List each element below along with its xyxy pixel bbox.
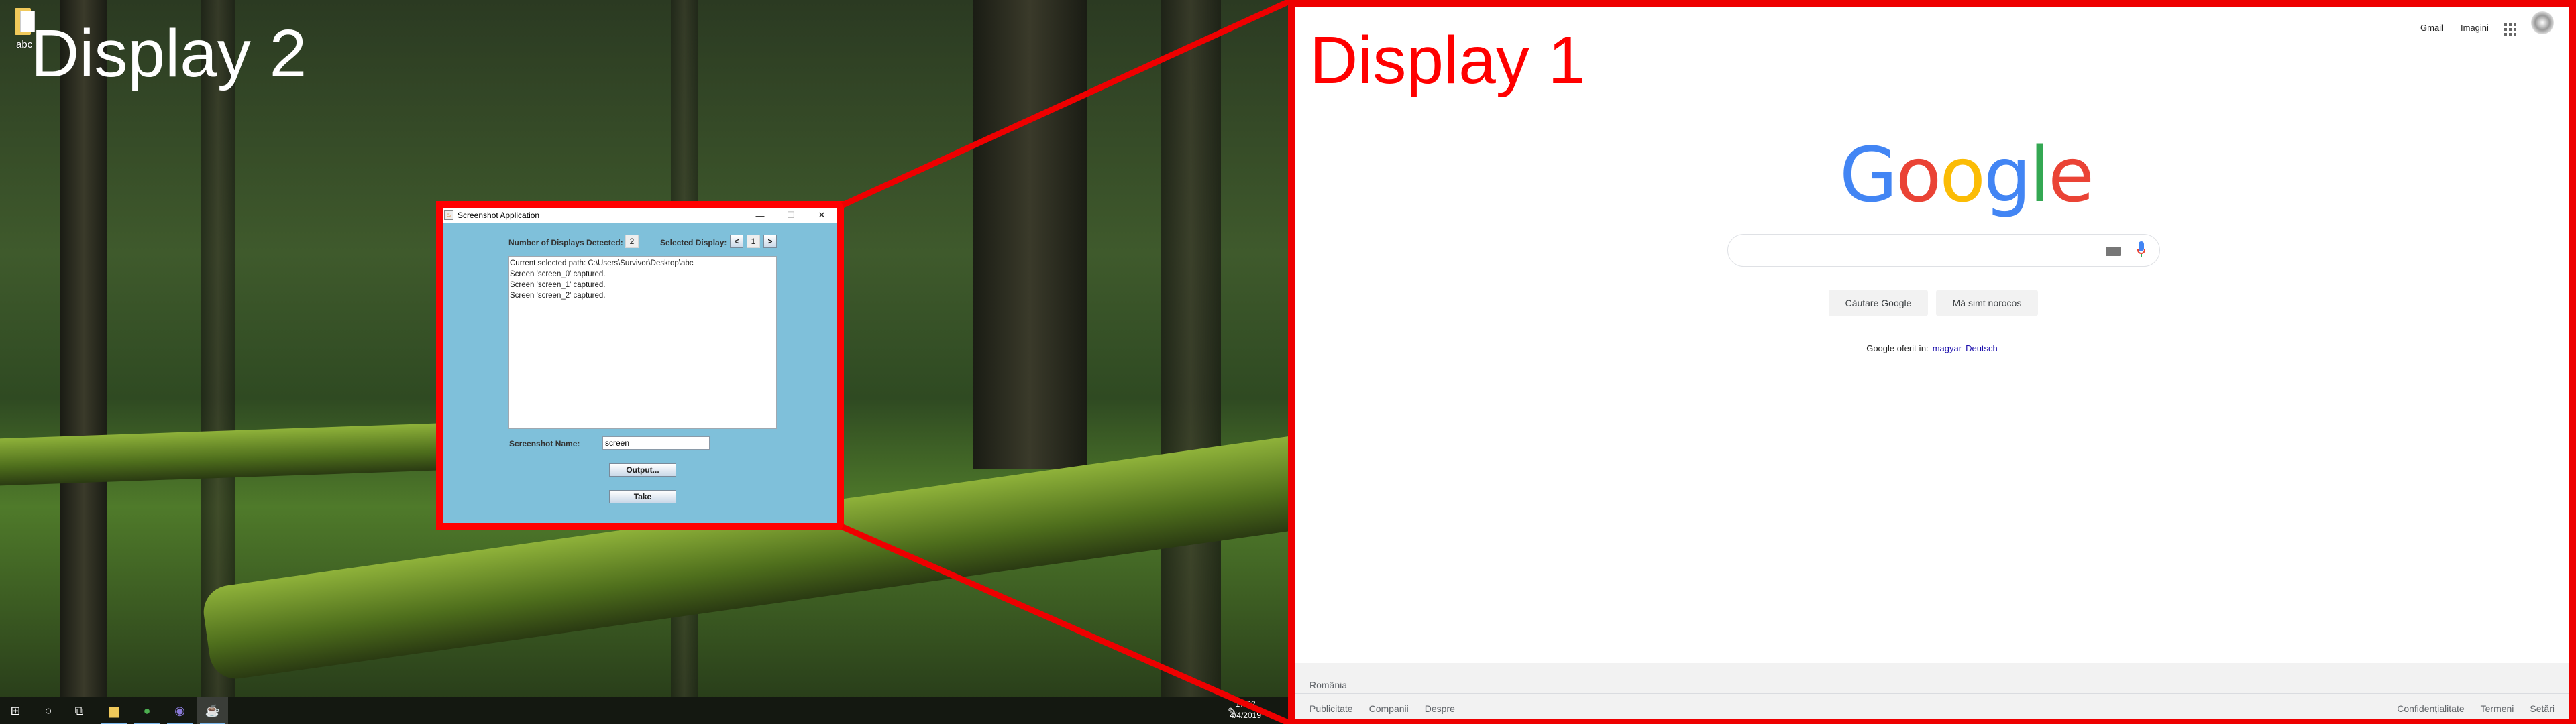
next-display-button[interactable]: > <box>763 235 777 248</box>
minimize-button[interactable]: — <box>745 210 775 221</box>
selected-display-label: Selected Display: <box>660 238 727 247</box>
display-2-label: Display 2 <box>31 16 307 91</box>
footer-link-privacy[interactable]: Confidențialitate <box>2397 703 2464 714</box>
lang-link-magyar[interactable]: magyar <box>1933 343 1962 353</box>
footer-link-settings[interactable]: Setări <box>2530 703 2555 714</box>
task-view-icon[interactable]: ⧉ <box>64 697 95 724</box>
time: 17:02 <box>1235 699 1256 709</box>
prev-display-button[interactable]: < <box>730 235 743 248</box>
country: România <box>1295 663 2569 694</box>
desktop-icon-label[interactable]: abc <box>16 39 32 50</box>
gmail-link[interactable]: Gmail <box>2420 23 2443 33</box>
lang-link-deutsch[interactable]: Deutsch <box>1966 343 1998 353</box>
title-bar[interactable]: ♨ Screenshot Application — ☐ ✕ <box>443 208 837 223</box>
footer-link-business[interactable]: Companii <box>1369 703 1409 714</box>
avatar[interactable] <box>2531 11 2554 34</box>
microphone-icon[interactable] <box>2137 241 2145 260</box>
windows-icon[interactable]: ⊞ <box>0 697 31 724</box>
display-1-label: Display 1 <box>1309 23 1586 98</box>
tree <box>973 0 1087 469</box>
keyboard-icon[interactable] <box>2106 247 2121 256</box>
log-line: Current selected path: C:\Users\Survivor… <box>510 259 694 267</box>
log-line: Screen 'screen_0' captured. <box>510 270 606 278</box>
feeling-lucky-button[interactable]: Mă simt norocos <box>1936 290 2038 316</box>
output-button[interactable]: Output... <box>609 463 676 477</box>
window-title: Screenshot Application <box>458 210 540 220</box>
apps-grid-icon[interactable] <box>2504 23 2516 36</box>
java-icon[interactable]: ☕ <box>197 697 228 724</box>
cortana-icon[interactable]: ○ <box>33 697 64 724</box>
maximize-button[interactable]: ☐ <box>775 210 806 221</box>
chrome-icon[interactable]: ● <box>131 697 162 724</box>
tree <box>1161 0 1221 697</box>
images-link[interactable]: Imagini <box>2461 23 2489 33</box>
footer-link-terms[interactable]: Termeni <box>2481 703 2514 714</box>
google-logo: Google <box>1839 132 2094 219</box>
footer-link-about[interactable]: Despre <box>1425 703 1455 714</box>
screenshot-name-input[interactable] <box>602 436 710 450</box>
footer: România Publicitate Companii Despre Conf… <box>1295 663 2569 719</box>
tree <box>60 0 107 697</box>
display-1-browser: Display 1 Gmail Imagini Google Căutare G… <box>1288 0 2576 724</box>
offered-in-text: Google oferit în: <box>1866 343 1929 353</box>
log-textarea[interactable]: Current selected path: C:\Users\Survivor… <box>508 256 777 429</box>
displays-detected-label: Number of Displays Detected: <box>508 238 623 247</box>
language-offer: Google oferit în: magyar Deutsch <box>1295 343 2569 353</box>
log-line: Screen 'screen_1' captured. <box>510 281 606 289</box>
displays-count: 2 <box>625 235 639 248</box>
footer-link-advertising[interactable]: Publicitate <box>1309 703 1353 714</box>
screenshot-name-label: Screenshot Name: <box>509 439 580 448</box>
search-input[interactable] <box>1727 234 2160 267</box>
close-button[interactable]: ✕ <box>806 210 837 221</box>
date: 4/4/2019 <box>1230 711 1261 720</box>
java-icon: ♨ <box>444 210 453 220</box>
take-button[interactable]: Take <box>609 490 676 503</box>
eclipse-icon[interactable]: ◉ <box>164 697 195 724</box>
log-line: Screen 'screen_2' captured. <box>510 292 606 300</box>
folder-icon[interactable]: ▆ <box>99 697 129 724</box>
screenshot-app-window: ♨ Screenshot Application — ☐ ✕ Number of… <box>436 201 844 530</box>
google-search-button[interactable]: Căutare Google <box>1829 290 1928 316</box>
clock[interactable]: 17:02 4/4/2019 <box>1230 699 1261 721</box>
selected-display-value: 1 <box>747 235 760 248</box>
taskbar: ⊞ ○ ⧉ ▆ ● ◉ ☕ ✎ 17:02 4/4/2019 <box>0 697 1288 724</box>
